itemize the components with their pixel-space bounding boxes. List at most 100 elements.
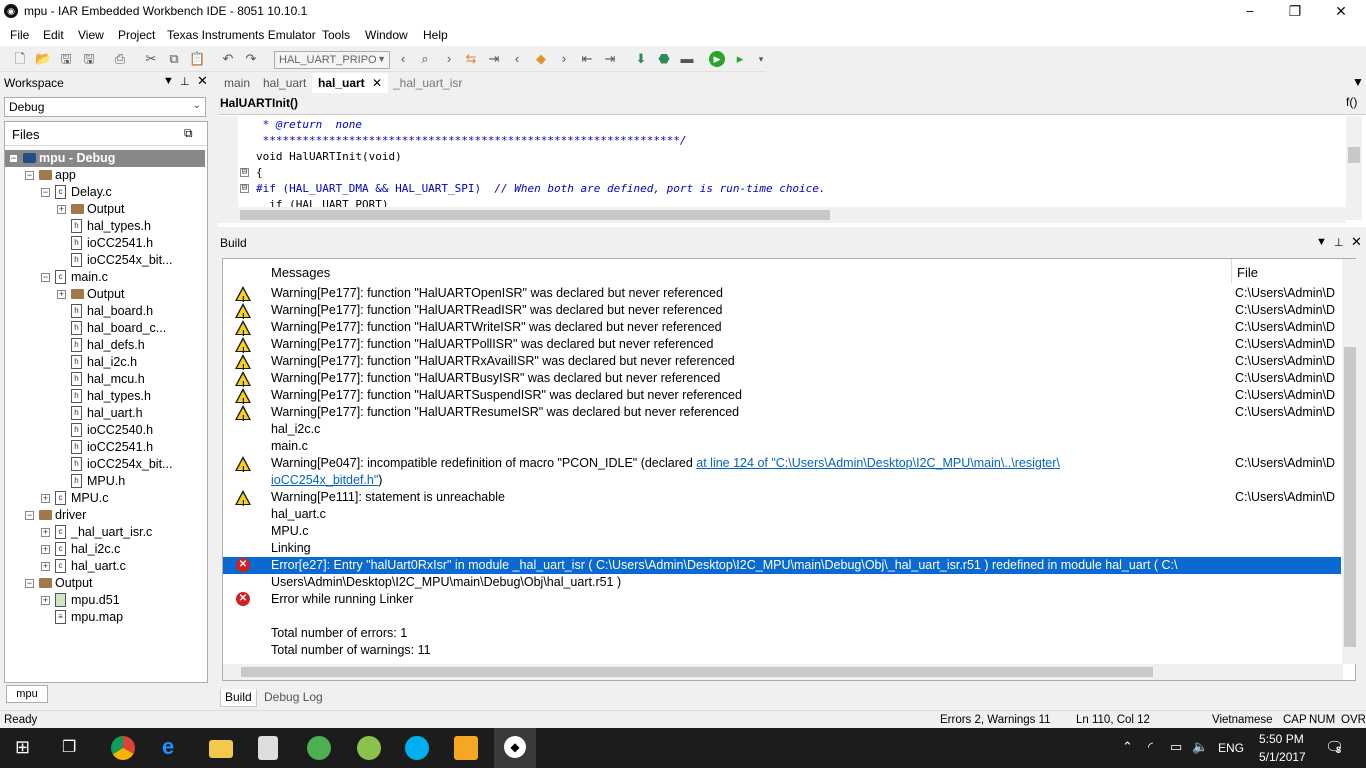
build-message-row[interactable]: ! Warning[Pe177]: function "HalUARTRxAvai… <box>223 353 1341 372</box>
build-message-row[interactable]: hal_i2c.c <box>223 421 1341 438</box>
menu-project[interactable]: Project <box>118 28 155 42</box>
pin-icon[interactable]: ⊥ <box>1334 236 1344 249</box>
build-message-row[interactable]: main.c <box>223 438 1341 455</box>
function-list-icon[interactable]: f() <box>1346 95 1357 109</box>
camera-app-icon[interactable] <box>357 736 381 760</box>
menu-tools[interactable]: Tools <box>322 28 350 42</box>
tree-item[interactable]: + c hal_i2c.c <box>5 541 205 558</box>
tree-item[interactable]: h hal_types.h <box>5 388 205 405</box>
tree-item[interactable]: h hal_defs.h <box>5 337 205 354</box>
menu-file[interactable]: File <box>10 28 29 42</box>
expand-icon[interactable]: + <box>41 562 50 571</box>
find-combo[interactable]: HAL_UART_PRIPO ▼ <box>274 51 390 69</box>
volume-icon[interactable]: 🔈 <box>1192 739 1208 755</box>
fold-icon[interactable]: ⊟ <box>240 168 249 177</box>
file-column-header[interactable]: File <box>1237 265 1258 280</box>
clock-date[interactable]: 5/1/2017 <box>1259 750 1306 764</box>
tree-item[interactable]: h hal_types.h <box>5 218 205 235</box>
tree-item[interactable]: + c hal_uart.c <box>5 558 205 575</box>
tree-item[interactable]: − app <box>5 167 205 184</box>
make-icon[interactable]: ⬣ <box>656 51 672 67</box>
menu-help[interactable]: Help <box>423 28 448 42</box>
build-message-row[interactable]: Users\Admin\Desktop\I2C_MPU\main\Debug\O… <box>223 574 1341 591</box>
tab-build[interactable]: Build <box>220 689 257 707</box>
collapse-icon[interactable]: − <box>25 171 34 180</box>
tab-hal-uart-h[interactable]: hal_uart <box>263 76 306 90</box>
tab-list-icon[interactable]: ▼ <box>1352 75 1364 89</box>
tab-debug-log[interactable]: Debug Log <box>260 689 327 707</box>
find-icon[interactable]: ⌕ <box>417 51 433 67</box>
build-message-row[interactable]: ! Warning[Pe177]: function "HalUARTBusyIS… <box>223 370 1341 389</box>
tab-hal-uart-isr[interactable]: _hal_uart_isr <box>393 76 462 90</box>
menu-ti-emulator[interactable]: Texas Instruments Emulator <box>167 28 316 42</box>
menu-view[interactable]: View <box>78 28 104 42</box>
wifi-icon[interactable]: ◜ <box>1148 739 1153 755</box>
build-message-row[interactable]: ! Warning[Pe177]: function "HalUARTWriteI… <box>223 319 1341 338</box>
files-options-icon[interactable]: ⧉ <box>184 126 193 141</box>
expand-icon[interactable]: + <box>41 545 50 554</box>
paste-icon[interactable]: 📋 <box>189 51 205 67</box>
tree-item[interactable]: ≡ mpu.map <box>5 609 205 626</box>
download-debug-icon[interactable]: ▶ <box>709 51 725 67</box>
compile-icon[interactable]: ⬇ <box>633 51 649 67</box>
collapse-icon[interactable]: − <box>25 579 34 588</box>
build-message-row[interactable]: ! Warning[Pe177]: function "HalUARTSuspen… <box>223 387 1341 406</box>
battery-icon[interactable]: ▭ <box>1170 739 1182 755</box>
collapse-icon[interactable]: − <box>25 511 34 520</box>
copy-icon[interactable]: ⧉ <box>166 51 182 67</box>
minimize-button[interactable]: − <box>1227 0 1273 24</box>
close-panel-icon[interactable]: ✕ <box>197 73 208 89</box>
show-hidden-icons[interactable]: ⌃ <box>1122 739 1133 755</box>
tab-main[interactable]: main <box>224 76 250 90</box>
new-file-icon[interactable]: 🗋 <box>12 51 28 67</box>
next-bookmark-icon[interactable]: ⇥ <box>602 51 618 67</box>
scroll-thumb[interactable] <box>240 210 830 220</box>
build-message-row[interactable]: Linking <box>223 540 1341 557</box>
undo-icon[interactable]: ↶ <box>220 51 236 67</box>
store-icon[interactable] <box>258 736 278 760</box>
menu-window[interactable]: Window <box>365 28 408 42</box>
tree-item[interactable]: − mpu - Debug <box>5 150 205 167</box>
build-message-row[interactable]: ! Warning[Pe177]: function "HalUARTReadIS… <box>223 302 1341 321</box>
restore-button[interactable]: ❐ <box>1272 0 1318 24</box>
go-to-icon[interactable]: ⇥ <box>486 51 502 67</box>
build-message-row[interactable]: hal_uart.c <box>223 506 1341 523</box>
build-message-row[interactable]: Total number of errors: 1 <box>223 625 1341 642</box>
pin-icon[interactable]: ⊥ <box>180 75 190 88</box>
message-link[interactable]: at line 124 of "C:\Users\Admin\Desktop\I… <box>696 456 1060 470</box>
tree-item[interactable]: − driver <box>5 507 205 524</box>
tree-item[interactable]: + c MPU.c <box>5 490 205 507</box>
nav-forward-icon[interactable]: › <box>556 51 572 67</box>
stop-build-icon[interactable]: ▬ <box>679 51 695 67</box>
configuration-select[interactable]: Debug ⌄ <box>4 97 206 117</box>
panel-menu-icon[interactable]: ▼ <box>1316 236 1327 248</box>
toolbar-overflow-icon[interactable]: ▾ <box>753 51 769 67</box>
scroll-thumb[interactable] <box>1344 347 1356 647</box>
chrome-icon[interactable] <box>111 736 135 760</box>
build-message-row[interactable] <box>223 608 1341 625</box>
menu-edit[interactable]: Edit <box>43 28 64 42</box>
code-area[interactable]: * @return none *************************… <box>218 116 1346 211</box>
save-all-icon[interactable]: 🖫 <box>81 51 97 67</box>
close-window-button[interactable]: ✕ <box>1318 0 1364 24</box>
tree-item[interactable]: h ioCC2540.h <box>5 422 205 439</box>
input-language[interactable]: ENG <box>1218 741 1244 755</box>
cut-icon[interactable]: ✂ <box>143 51 159 67</box>
tree-item[interactable]: − c main.c <box>5 269 205 286</box>
task-view-icon[interactable]: ❐ <box>62 737 76 757</box>
scroll-thumb[interactable] <box>1348 147 1360 163</box>
build-vertical-scrollbar[interactable] <box>1342 259 1358 664</box>
build-message-row[interactable]: ! Warning[Pe111]: statement is unreachabl… <box>223 489 1341 508</box>
redo-icon[interactable]: ↷ <box>243 51 259 67</box>
tree-item[interactable]: − Output <box>5 575 205 592</box>
debug-without-download-icon[interactable]: ▸ <box>732 51 748 67</box>
find-next-icon[interactable]: › <box>441 51 457 67</box>
build-message-row[interactable]: ! Warning[Pe177]: function "HalUARTPollIS… <box>223 336 1341 355</box>
tree-item[interactable]: h ioCC2541.h <box>5 439 205 456</box>
tree-item[interactable]: + c _hal_uart_isr.c <box>5 524 205 541</box>
utorrent-icon[interactable] <box>307 736 331 760</box>
fold-icon[interactable]: ⊟ <box>240 184 249 193</box>
previous-bookmark-icon[interactable]: ⇤ <box>579 51 595 67</box>
iar-workbench-taskbar-item[interactable]: ◆ <box>494 728 536 768</box>
editor-horizontal-scrollbar[interactable] <box>218 207 1346 223</box>
